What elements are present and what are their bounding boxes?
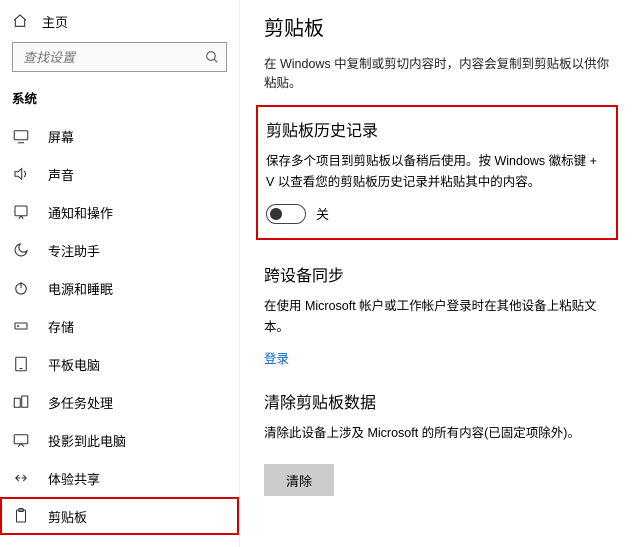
sync-body: 在使用 Microsoft 帐户或工作帐户登录时在其他设备上粘贴文本。	[264, 296, 618, 339]
history-toggle-state: 关	[316, 204, 329, 223]
clear-section: 清除剪贴板数据 清除此设备上涉及 Microsoft 的所有内容(已固定项除外)…	[264, 389, 618, 496]
search-icon	[204, 49, 220, 65]
sidebar-nav: 屏幕 声音 通知和操作 专注助手 电源和睡眠 存储	[0, 117, 239, 547]
home-icon	[12, 13, 28, 29]
search-box[interactable]	[12, 42, 227, 72]
display-icon	[12, 127, 30, 145]
history-toggle-row: 关	[266, 204, 602, 224]
sidebar-item-notifications[interactable]: 通知和操作	[0, 193, 239, 231]
clear-button[interactable]: 清除	[264, 464, 334, 496]
sidebar-item-label: 平板电脑	[48, 355, 100, 374]
history-heading: 剪贴板历史记录	[266, 117, 602, 141]
sidebar-item-label: 多任务处理	[48, 393, 113, 412]
sidebar-item-label: 声音	[48, 165, 74, 184]
clipboard-icon	[12, 507, 30, 525]
sidebar-item-label: 体验共享	[48, 469, 100, 488]
storage-icon	[12, 317, 30, 335]
page-title: 剪贴板	[264, 12, 618, 41]
clear-body: 清除此设备上涉及 Microsoft 的所有内容(已固定项除外)。	[264, 423, 618, 444]
sidebar-group-label: 系统	[0, 82, 239, 117]
search-input[interactable]	[21, 49, 204, 66]
shared-icon	[12, 469, 30, 487]
history-body: 保存多个项目到剪贴板以备稍后使用。按 Windows 徽标键 + V 以查看您的…	[266, 151, 602, 194]
project-icon	[12, 431, 30, 449]
toggle-knob	[270, 208, 282, 220]
sidebar-item-focus[interactable]: 专注助手	[0, 231, 239, 269]
sidebar-item-label: 专注助手	[48, 241, 100, 260]
sidebar-item-label: 存储	[48, 317, 74, 336]
sidebar-item-label: 投影到此电脑	[48, 431, 126, 450]
sidebar-item-label: 电源和睡眠	[48, 279, 113, 298]
sidebar-item-label: 剪贴板	[48, 507, 87, 526]
power-icon	[12, 279, 30, 297]
tablet-icon	[12, 355, 30, 373]
sidebar-item-sound[interactable]: 声音	[0, 155, 239, 193]
sidebar-item-power[interactable]: 电源和睡眠	[0, 269, 239, 307]
sidebar-item-multitask[interactable]: 多任务处理	[0, 383, 239, 421]
notify-icon	[12, 203, 30, 221]
page-intro: 在 Windows 中复制或剪切内容时，内容会复制到剪贴板以供你粘贴。	[264, 53, 618, 91]
clear-heading: 清除剪贴板数据	[264, 389, 618, 413]
sidebar-item-label: 通知和操作	[48, 203, 113, 222]
sound-icon	[12, 165, 30, 183]
multitask-icon	[12, 393, 30, 411]
sync-section: 跨设备同步 在使用 Microsoft 帐户或工作帐户登录时在其他设备上粘贴文本…	[264, 262, 618, 368]
sidebar-home-label: 主页	[42, 12, 68, 31]
sync-heading: 跨设备同步	[264, 262, 618, 286]
history-toggle[interactable]	[266, 204, 306, 224]
main-content: 剪贴板 在 Windows 中复制或剪切内容时，内容会复制到剪贴板以供你粘贴。 …	[240, 0, 640, 547]
sidebar-item-tablet[interactable]: 平板电脑	[0, 345, 239, 383]
history-section-highlight: 剪贴板历史记录 保存多个项目到剪贴板以备稍后使用。按 Windows 徽标键 +…	[256, 105, 618, 240]
sidebar-item-label: 屏幕	[48, 127, 74, 146]
focus-icon	[12, 241, 30, 259]
sync-signin-link[interactable]: 登录	[264, 348, 618, 367]
sidebar-item-display[interactable]: 屏幕	[0, 117, 239, 155]
sidebar-item-clipboard[interactable]: 剪贴板	[0, 497, 239, 535]
sidebar-item-shared[interactable]: 体验共享	[0, 459, 239, 497]
sidebar-item-projecting[interactable]: 投影到此电脑	[0, 421, 239, 459]
sidebar: 主页 系统 屏幕 声音 通知和操作 专注助手	[0, 0, 240, 547]
sidebar-item-storage[interactable]: 存储	[0, 307, 239, 345]
sidebar-home-row[interactable]: 主页	[0, 6, 239, 36]
